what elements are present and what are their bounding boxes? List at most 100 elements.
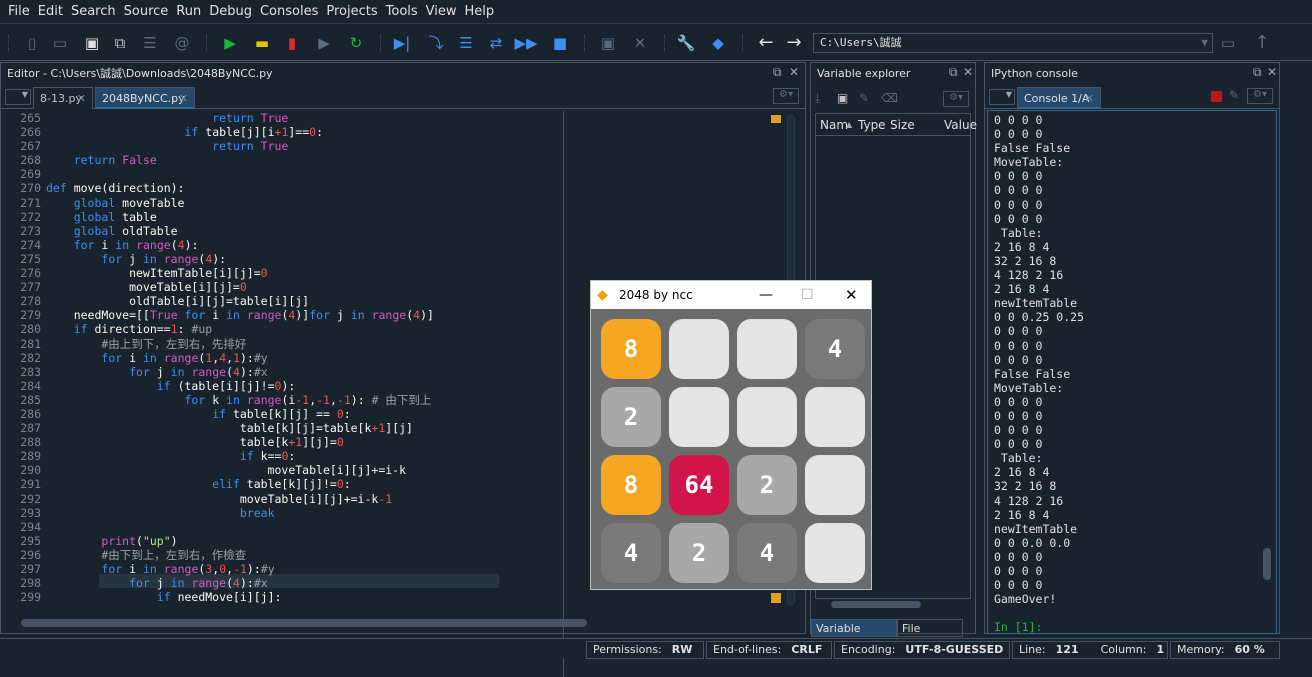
tab-list-icon[interactable]: ▼ [5,89,31,105]
line-number: 293 [20,505,41,520]
line-text: oldTable[i][j]=table[i][j] [46,294,310,309]
close-tab-icon[interactable]: ✕ [77,88,86,110]
step-icon[interactable]: ⤵ [426,33,446,53]
game-tile: 8 [601,319,661,379]
line-value: 121 [1055,643,1079,656]
game-tile: 4 [601,523,661,583]
step-into-icon[interactable]: ☰ [456,33,476,53]
game-tile: 4 [805,319,865,379]
working-directory-input[interactable]: C:\Users\誠誠 ▼ [813,33,1213,53]
code-line: 265 return True [1,111,771,125]
menu-tools[interactable]: Tools [382,4,422,19]
fullscreen-icon[interactable]: ✕ [630,33,650,53]
back-arrow-icon[interactable]: ← [756,33,776,53]
tab-console-1a[interactable]: Console 1/A ✕ [1017,87,1101,109]
line-text: global oldTable [73,223,178,238]
preferences-icon[interactable]: 🔧 [676,33,696,53]
continue-icon[interactable]: ▶▶ [514,33,537,53]
variable-horizontal-scrollbar[interactable] [831,601,921,608]
console-scrollbar[interactable] [1263,548,1271,580]
run-cell-icon[interactable]: ▬ [252,33,272,53]
debug-icon[interactable]: ▶| [392,33,412,53]
console-output[interactable]: 0 0 0 0 0 0 0 0 False False MoveTable: 0… [987,110,1277,634]
menu-projects[interactable]: Projects [322,4,381,19]
new-file-icon[interactable]: ▯ [22,33,42,53]
menu-view[interactable]: View [422,4,461,19]
parent-dir-icon[interactable]: ↑ [1252,33,1272,53]
stop-debug-icon[interactable]: ■ [550,33,570,53]
undock-icon[interactable]: ⧉ [949,65,958,80]
flag-marker [771,593,781,603]
game-window[interactable]: ◆ 2048 by ncc — ☐ ✕ 8 4 2 8 64 2 4 2 4 [590,280,872,590]
column-type[interactable]: Type [858,114,886,136]
run-selection-icon[interactable]: ▶ [314,33,334,53]
game-titlebar[interactable]: ◆ 2048 by ncc — ☐ ✕ [591,281,871,309]
close-window-icon[interactable]: ✕ [845,281,858,309]
tab-file-explorer[interactable]: File explorer [897,619,963,653]
run-icon[interactable]: ▶ [220,33,240,53]
menu-run[interactable]: Run [172,4,205,19]
tab-variable-explorer[interactable]: Variable explorer [811,619,897,653]
line-number: 282 [20,350,41,365]
options-gear-icon[interactable]: ⚙▾ [943,91,969,107]
line-number: 277 [20,280,41,295]
menu-consoles[interactable]: Consoles [256,4,322,19]
line-text: table[k][j]=table[k+1][j] [46,421,413,436]
tab-2048byncc[interactable]: 2048ByNCC.py ✕ [95,87,195,109]
menu-help[interactable]: Help [461,4,499,19]
game-tile [737,319,797,379]
undock-icon[interactable]: ⧉ [773,65,782,80]
close-tab-icon[interactable]: ✕ [179,88,188,110]
menu-debug[interactable]: Debug [205,4,256,19]
python-path-icon[interactable]: ◆ [708,33,728,53]
column-name[interactable]: Nam [820,114,848,136]
open-folder-icon[interactable]: ▭ [50,33,70,53]
line-number: 295 [20,533,41,548]
close-tab-icon[interactable]: ✕ [1085,88,1094,110]
working-directory-value: C:\Users\誠誠 [820,36,902,49]
menu-edit[interactable]: Edit [34,4,67,19]
editor-horizontal-scrollbar[interactable] [21,619,587,627]
code-line: 271 global moveTable [1,196,771,210]
browse-folder-icon[interactable]: ▭ [1218,33,1238,53]
chevron-down-icon[interactable]: ▼ [1201,34,1208,52]
rerun-icon[interactable]: ↻ [346,33,366,53]
column-value[interactable]: Value [944,114,977,136]
save-all-icon[interactable]: ⧉ [110,33,130,53]
forward-arrow-icon[interactable]: → [784,33,804,53]
editor-options-gear-icon[interactable]: ⚙▾ [773,88,799,104]
options-gear-icon[interactable]: ⚙▾ [1247,88,1273,104]
erase-icon[interactable]: ⌫ [881,91,898,105]
tab-8-13[interactable]: 8-13.py ✕ [33,87,93,109]
line-text: if direction==1: #up [73,322,213,337]
minimize-icon[interactable]: — [759,281,773,309]
line-text: moveTable[i][j]+=i-k-1 [46,491,393,506]
close-pane-icon[interactable]: ✕ [789,65,799,79]
tab-list-icon[interactable]: ▼ [989,89,1015,105]
menu-file[interactable]: File [4,4,34,19]
console-text: 0 0 0 0 0 0 0 0 False False MoveTable: 0… [994,113,1085,607]
menu-source[interactable]: Source [120,4,173,19]
save-data-icon[interactable]: ▣ [837,91,848,105]
clear-console-icon[interactable]: ✎ [1229,88,1239,102]
code-line: 275 for j in range(4): [1,252,771,266]
code-line: 268 return False [1,153,771,167]
run-cell-advance-icon[interactable]: ▮ [282,33,302,53]
maximize-icon[interactable]: ☐ [801,281,814,309]
at-icon[interactable]: @ [172,33,192,53]
step-return-icon[interactable]: ⇄ [486,33,506,53]
console-prompt: In [1]: [994,620,1043,634]
close-pane-icon[interactable]: ✕ [1267,65,1277,79]
save-as-icon[interactable]: ✎ [859,91,869,105]
column-size[interactable]: Size [890,114,915,136]
editor-title: Editor - C:\Users\誠誠\Downloads\2048ByNCC… [7,67,273,80]
close-pane-icon[interactable]: ✕ [963,65,973,79]
menu-search[interactable]: Search [67,4,120,19]
undock-icon[interactable]: ⧉ [1253,65,1262,80]
import-data-icon[interactable]: ⤓ [815,91,820,106]
save-icon[interactable]: ▣ [82,33,102,53]
maximize-pane-icon[interactable]: ▣ [598,33,618,53]
interrupt-kernel-icon[interactable] [1211,91,1222,102]
browse-tabs-icon[interactable]: ☰ [140,33,160,53]
game-board[interactable]: 8 4 2 8 64 2 4 2 4 [591,309,871,589]
